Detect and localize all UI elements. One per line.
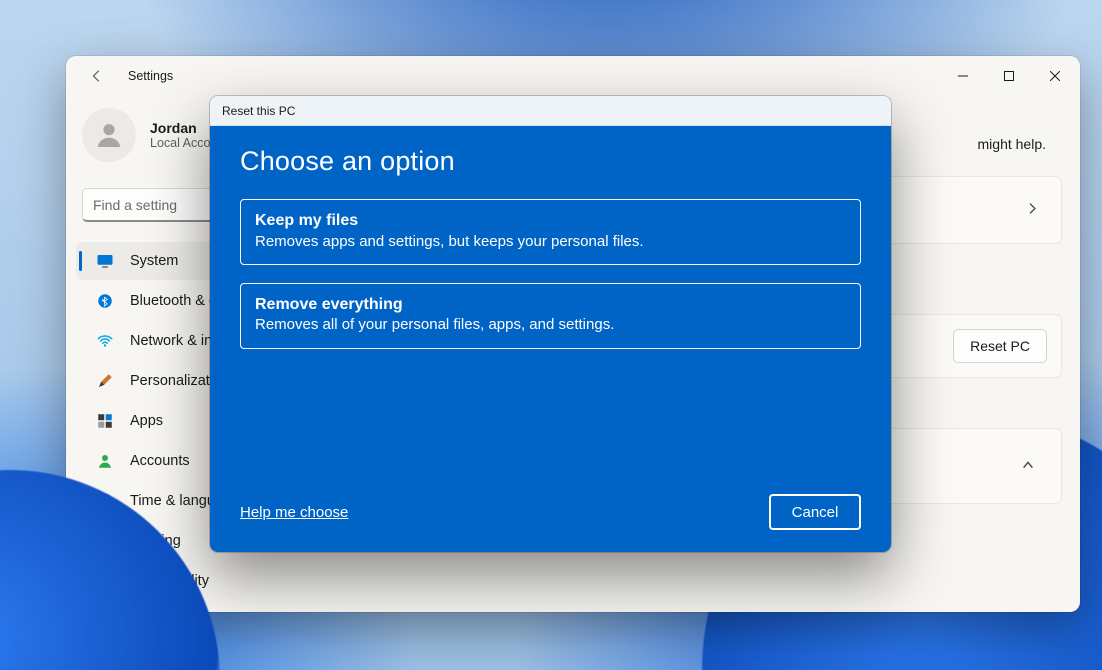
- minimize-button[interactable]: [940, 56, 986, 96]
- cancel-button[interactable]: Cancel: [769, 494, 861, 530]
- dialog-titlebar: Reset this PC: [210, 96, 891, 126]
- option-remove-everything[interactable]: Remove everything Removes all of your pe…: [240, 283, 861, 349]
- close-button[interactable]: [1032, 56, 1078, 96]
- paintbrush-icon: [96, 372, 114, 390]
- option-description: Removes all of your personal files, apps…: [255, 315, 846, 335]
- sidebar-item-label: Gaming: [130, 533, 181, 549]
- minimize-icon: [958, 71, 968, 81]
- sidebar-item-accessibility[interactable]: Accessibility: [76, 562, 376, 600]
- sidebar-item-label: Accounts: [130, 453, 190, 469]
- window-title: Settings: [128, 69, 173, 83]
- clock-globe-icon: [96, 492, 114, 510]
- maximize-button[interactable]: [986, 56, 1032, 96]
- sidebar-item-label: System: [130, 253, 178, 269]
- reset-pc-button[interactable]: Reset PC: [953, 329, 1047, 363]
- bluetooth-icon: [96, 292, 114, 310]
- troubleshoot-hint: might help.: [978, 136, 1046, 152]
- chevron-up-icon: [1021, 458, 1035, 475]
- titlebar: Settings: [66, 56, 1080, 96]
- avatar: [82, 108, 136, 162]
- option-title: Remove everything: [255, 294, 846, 316]
- arrow-left-icon: [90, 69, 104, 83]
- system-icon: [96, 252, 114, 270]
- accounts-icon: [96, 452, 114, 470]
- close-icon: [1050, 71, 1060, 81]
- reset-pc-dialog: Reset this PC Choose an option Keep my f…: [210, 96, 891, 552]
- accessibility-icon: [96, 572, 114, 590]
- help-me-choose-link[interactable]: Help me choose: [240, 504, 348, 521]
- option-keep-my-files[interactable]: Keep my files Removes apps and settings,…: [240, 199, 861, 265]
- option-description: Removes apps and settings, but keeps you…: [255, 232, 846, 252]
- desktop-background: Settings: [0, 0, 1102, 670]
- dialog-heading: Choose an option: [240, 146, 861, 177]
- chevron-right-icon: [1026, 202, 1039, 218]
- sidebar-item-label: Accessibility: [130, 573, 209, 589]
- apps-icon: [96, 412, 114, 430]
- back-button[interactable]: [84, 63, 110, 89]
- window-controls: [940, 56, 1078, 96]
- wifi-icon: [96, 332, 114, 350]
- sidebar-item-label: Apps: [130, 413, 163, 429]
- gamepad-icon: [96, 532, 114, 550]
- option-title: Keep my files: [255, 210, 846, 232]
- maximize-icon: [1004, 71, 1014, 81]
- person-icon: [93, 119, 125, 151]
